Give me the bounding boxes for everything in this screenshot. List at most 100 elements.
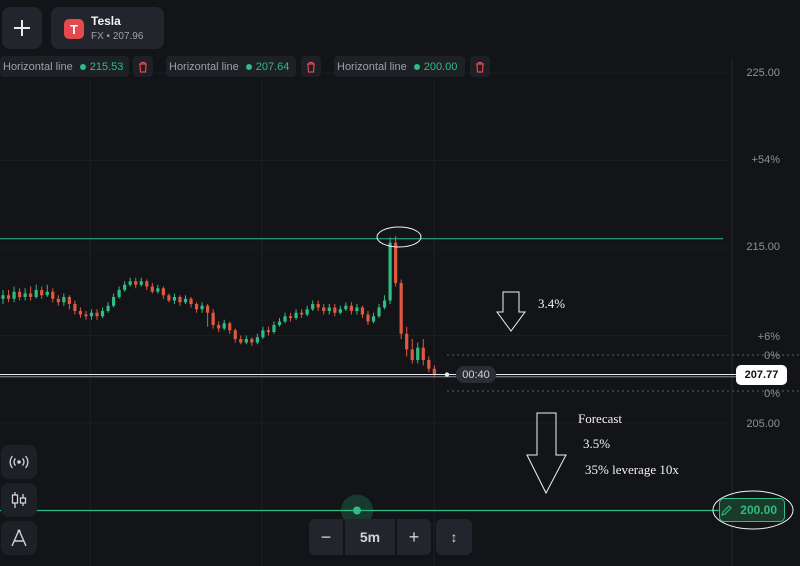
drawing-tools-button[interactable]	[1, 521, 37, 555]
candle-body	[272, 325, 276, 332]
candle-body	[206, 305, 210, 313]
candlestick-series	[1, 235, 436, 378]
candle-body	[23, 293, 27, 297]
candle-body	[416, 347, 420, 360]
annotation-drop-percent: 3.4%	[538, 296, 566, 311]
candle-body	[222, 323, 226, 329]
candle-body	[156, 288, 160, 292]
candle-body	[338, 309, 342, 313]
candle-body	[255, 337, 259, 343]
candle-body	[62, 297, 66, 303]
axis-label: 0%	[764, 388, 780, 400]
candle-body	[84, 314, 88, 317]
candle-body	[355, 307, 359, 311]
candle-body	[45, 291, 49, 296]
annotation-forecast-percent: 3.5%	[583, 436, 611, 451]
delete-line-button-2[interactable]	[301, 56, 321, 77]
candle-body	[134, 281, 138, 285]
candle-body	[139, 281, 143, 285]
candle-body	[178, 297, 182, 303]
candle-body	[6, 295, 11, 299]
candle-body	[12, 291, 16, 299]
zoom-in-button[interactable]: +	[397, 519, 431, 555]
axis-label: 215.00	[746, 241, 780, 253]
candle-body	[266, 330, 271, 332]
candle-body	[311, 304, 315, 310]
candle-body	[100, 311, 105, 317]
zoom-out-button[interactable]: −	[309, 519, 343, 555]
candle-body	[51, 291, 55, 299]
asset-selector[interactable]: T Tesla FX • 207.96	[51, 7, 164, 49]
candle-body	[34, 290, 38, 297]
candle-body	[78, 311, 83, 315]
candle-body	[217, 325, 221, 329]
signals-button[interactable]	[1, 445, 37, 479]
candle-body	[394, 242, 398, 283]
candle-body	[250, 339, 254, 343]
annotation-forecast-title: Forecast	[578, 411, 623, 426]
add-asset-button[interactable]	[2, 7, 42, 49]
chart-overlay	[0, 226, 800, 530]
horizontal-line-value: 200.00	[423, 60, 458, 73]
candle-body	[322, 307, 326, 311]
asset-name: Tesla	[91, 14, 121, 28]
horizontal-line-pill-1[interactable]: Horizontal line 215.53	[0, 56, 129, 77]
horizontal-line-label: Horizontal line	[3, 60, 73, 73]
candle-body	[56, 298, 60, 303]
horizontal-line-pill-2[interactable]: Horizontal line 207.64	[166, 56, 296, 77]
candle-body	[233, 330, 237, 339]
candle-timer: 00:40	[456, 366, 496, 383]
broadcast-icon	[9, 455, 29, 469]
candle-body	[388, 242, 392, 301]
candle-body	[29, 293, 33, 297]
tesla-logo-icon: T	[64, 19, 84, 39]
axis-label: +54%	[751, 154, 780, 166]
current-price-tag: 207.77	[736, 365, 787, 385]
axis-label: 0%	[764, 350, 780, 362]
delete-line-button-1[interactable]	[133, 56, 153, 77]
trash-icon	[307, 61, 315, 73]
axis-label: 205.00	[746, 418, 780, 430]
last-price-dot	[444, 372, 450, 377]
horizontal-line-label: Horizontal line	[337, 60, 407, 73]
annotation-forecast-note: 35% leverage 10x	[585, 462, 679, 477]
candle-body	[167, 295, 171, 301]
horizontal-line-value: 215.53	[89, 60, 124, 73]
candle-body	[244, 339, 248, 343]
axis-label: 225.00	[746, 67, 780, 79]
annotation-down-arrow-large	[526, 412, 567, 495]
horizontal-line-pill-3[interactable]: Horizontal line 200.00	[334, 56, 465, 77]
candle-body	[67, 297, 71, 304]
candle-body	[112, 297, 116, 306]
price-chart[interactable]	[0, 0, 800, 566]
candle-body	[1, 295, 5, 299]
candle-body	[283, 316, 287, 322]
axis-label: +6%	[757, 331, 780, 343]
horizontal-line-value: 207.64	[255, 60, 290, 73]
candle-body	[327, 307, 331, 311]
candle-body	[261, 330, 265, 338]
candle-body	[89, 312, 94, 317]
autoscale-button[interactable]: ↕	[436, 519, 472, 555]
candle-body	[228, 323, 232, 331]
candles-icon	[11, 492, 27, 508]
chart-type-button[interactable]	[1, 483, 37, 517]
candle-body	[399, 283, 403, 334]
horizontal-line-price-tag[interactable]: 200.00	[719, 498, 785, 522]
candle-body	[360, 307, 365, 315]
candle-body	[145, 281, 149, 287]
candle-body	[305, 309, 309, 315]
timeframe-selector[interactable]: 5m	[345, 519, 395, 555]
candle-body	[405, 333, 409, 350]
trash-icon	[476, 61, 484, 73]
plus-icon	[14, 20, 30, 36]
candle-body	[371, 316, 376, 322]
horizontal-line-label: Horizontal line	[169, 60, 239, 73]
candle-body	[73, 304, 77, 311]
trash-icon	[139, 61, 147, 73]
delete-line-button-3[interactable]	[470, 56, 490, 77]
chart-grid	[0, 60, 733, 566]
annotation-peak-ellipse	[376, 226, 422, 248]
candle-body	[316, 304, 320, 308]
candle-body	[40, 290, 44, 296]
